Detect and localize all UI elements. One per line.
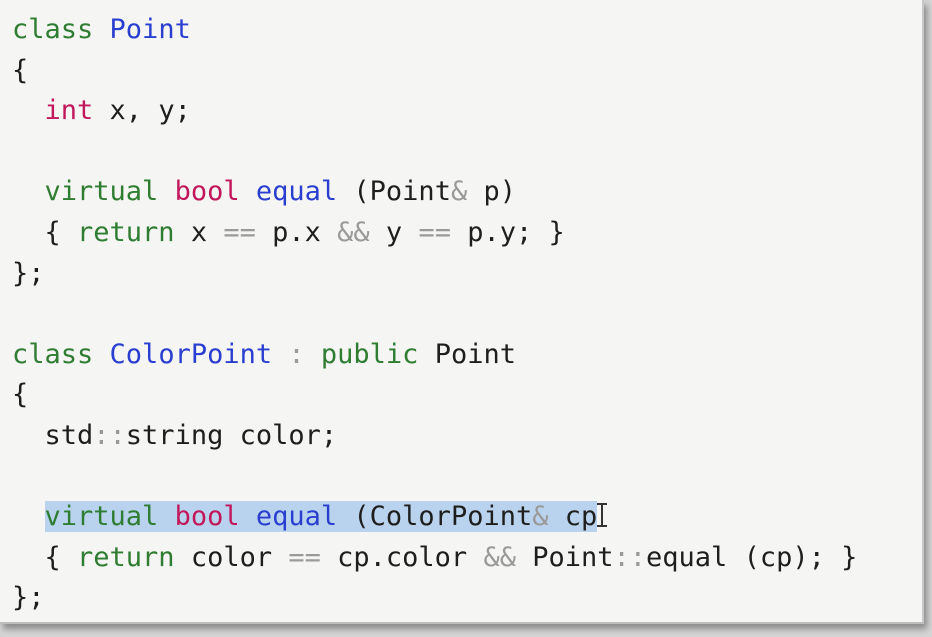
code-token: }; <box>12 257 45 289</box>
code-token: Point <box>515 541 614 573</box>
code-line: ​ <box>12 132 857 173</box>
code-line: }; <box>12 578 857 619</box>
code-token: && <box>483 541 516 573</box>
code-line: virtual bool equal (Point& p) <box>12 172 857 213</box>
code-token: cp <box>548 501 598 533</box>
code-token: color <box>174 541 289 573</box>
code-token: class <box>12 14 94 45</box>
code-token: cp.color <box>320 541 484 573</box>
code-line: class Point <box>12 10 857 51</box>
code-line: { return color == cp.color && Point::equ… <box>12 538 858 579</box>
code-slide: class Point{ int x, y;​ virtual bool equ… <box>0 0 924 624</box>
code-token <box>239 501 256 533</box>
code-line: { <box>12 51 857 92</box>
code-line: ​ <box>12 294 857 335</box>
code-token: bool <box>174 176 240 208</box>
code-token: y <box>369 216 419 248</box>
code-token: equal <box>255 176 338 208</box>
code-token: std <box>12 419 94 451</box>
code-token: equal (cp); } <box>646 541 858 573</box>
code-line: virtual bool equal (ColorPoint& cp <box>12 497 857 538</box>
code-token: string color; <box>125 419 338 451</box>
code-token: == <box>223 216 256 248</box>
code-line: { <box>12 375 857 416</box>
code-token: return <box>77 216 175 248</box>
code-line: class ColorPoint : public Point <box>12 335 857 376</box>
code-token: Point <box>109 14 191 45</box>
code-line: std::string color; <box>12 416 857 457</box>
code-token: { <box>12 379 29 411</box>
code-token: virtual <box>44 501 159 533</box>
code-token: return <box>77 541 175 573</box>
code-token: p) <box>467 176 516 208</box>
code-block[interactable]: class Point{ int x, y;​ virtual bool equ… <box>12 10 857 619</box>
code-token: class <box>12 338 94 370</box>
code-token: ColorPoint <box>109 338 273 370</box>
code-token: & <box>450 176 468 208</box>
code-token: Point <box>418 338 516 370</box>
code-token: x <box>174 216 224 248</box>
code-token: virtual <box>44 176 159 208</box>
code-token: public <box>320 338 419 370</box>
code-token: (ColorPoint <box>337 501 533 533</box>
code-line: { return x == p.x && y == p.y; } <box>12 213 857 254</box>
code-line: }; <box>12 254 857 295</box>
code-token: bool <box>174 501 240 533</box>
code-token: x, y; <box>93 95 191 127</box>
code-token: equal <box>255 501 338 533</box>
code-token <box>158 501 175 533</box>
code-token: p.y; } <box>450 216 565 248</box>
code-token: == <box>418 216 451 248</box>
code-token: p.x <box>255 216 338 248</box>
code-token: & <box>532 501 549 533</box>
code-token: (Point <box>337 176 451 208</box>
text-cursor-icon <box>597 501 608 531</box>
code-token: int <box>44 95 94 127</box>
code-token: == <box>288 541 321 573</box>
code-token: { <box>12 541 78 573</box>
code-token: { <box>12 216 78 248</box>
code-token: : <box>288 338 305 370</box>
code-token: :: <box>93 419 126 451</box>
code-token: :: <box>613 541 647 573</box>
code-line: ​ <box>12 457 857 498</box>
code-line: int x, y; <box>12 91 857 132</box>
code-token: { <box>12 54 29 86</box>
code-token: && <box>337 216 370 248</box>
code-token: }; <box>12 582 45 614</box>
